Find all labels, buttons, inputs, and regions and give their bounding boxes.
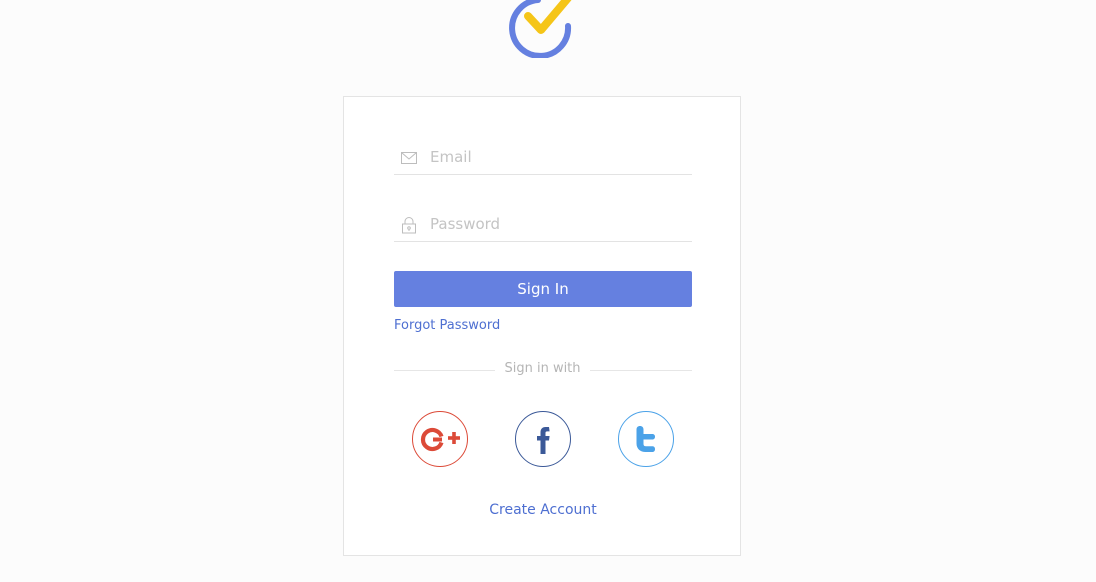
- google-sign-in-button[interactable]: [412, 411, 468, 467]
- login-page: Sign In Forgot Password Sign in with Cre…: [0, 0, 1096, 582]
- lock-icon: [402, 217, 416, 234]
- create-account-link[interactable]: Create Account: [344, 502, 742, 518]
- facebook-icon: [537, 427, 550, 454]
- forgot-password-link[interactable]: Forgot Password: [394, 318, 500, 333]
- twitter-sign-in-button[interactable]: [618, 411, 674, 467]
- password-input[interactable]: [430, 212, 686, 236]
- login-card: Sign In Forgot Password Sign in with Cre…: [343, 96, 741, 556]
- divider-line-right: [590, 370, 692, 371]
- envelope-icon: [401, 152, 417, 164]
- email-field: [394, 139, 692, 175]
- email-input[interactable]: [430, 145, 686, 169]
- sign-in-button[interactable]: Sign In: [394, 271, 692, 307]
- twitter-icon: [636, 426, 655, 452]
- checkmark-logo-icon: [509, 0, 572, 58]
- facebook-sign-in-button[interactable]: [515, 411, 571, 467]
- divider-line-left: [394, 370, 495, 371]
- password-field: [394, 206, 692, 242]
- google-plus-icon: [420, 427, 460, 452]
- sign-in-with-label: Sign in with: [504, 361, 581, 376]
